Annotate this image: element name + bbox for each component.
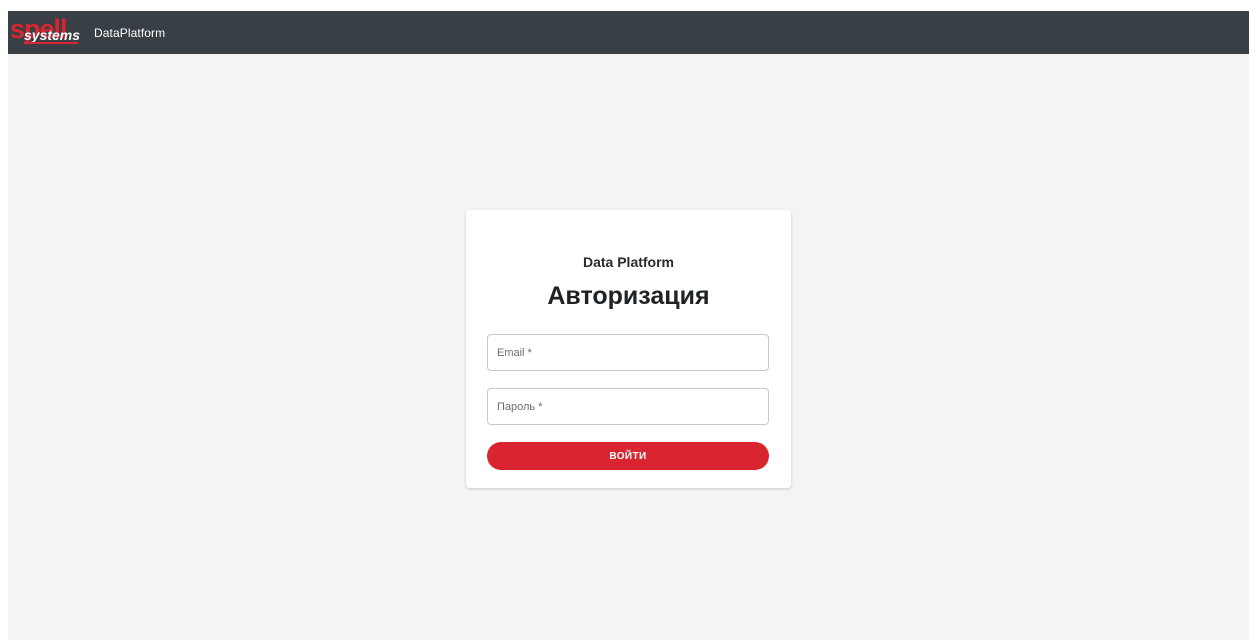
app-frame: spell systems DataPlatform Data Platform… xyxy=(8,11,1249,640)
login-button[interactable]: ВОЙТИ xyxy=(487,442,769,470)
svg-text:systems: systems xyxy=(24,27,80,43)
top-bar: spell systems DataPlatform xyxy=(8,11,1249,54)
card-subtitle: Data Platform xyxy=(582,254,675,270)
spell-systems-logo[interactable]: spell systems xyxy=(8,11,84,54)
email-field[interactable] xyxy=(487,334,769,371)
app-name[interactable]: DataPlatform xyxy=(94,26,165,40)
password-field[interactable] xyxy=(487,388,769,425)
logo-graphic: spell systems xyxy=(10,14,80,44)
login-card: Data Platform Авторизация ВОЙТИ xyxy=(466,210,791,488)
card-title: Авторизация xyxy=(547,282,710,310)
